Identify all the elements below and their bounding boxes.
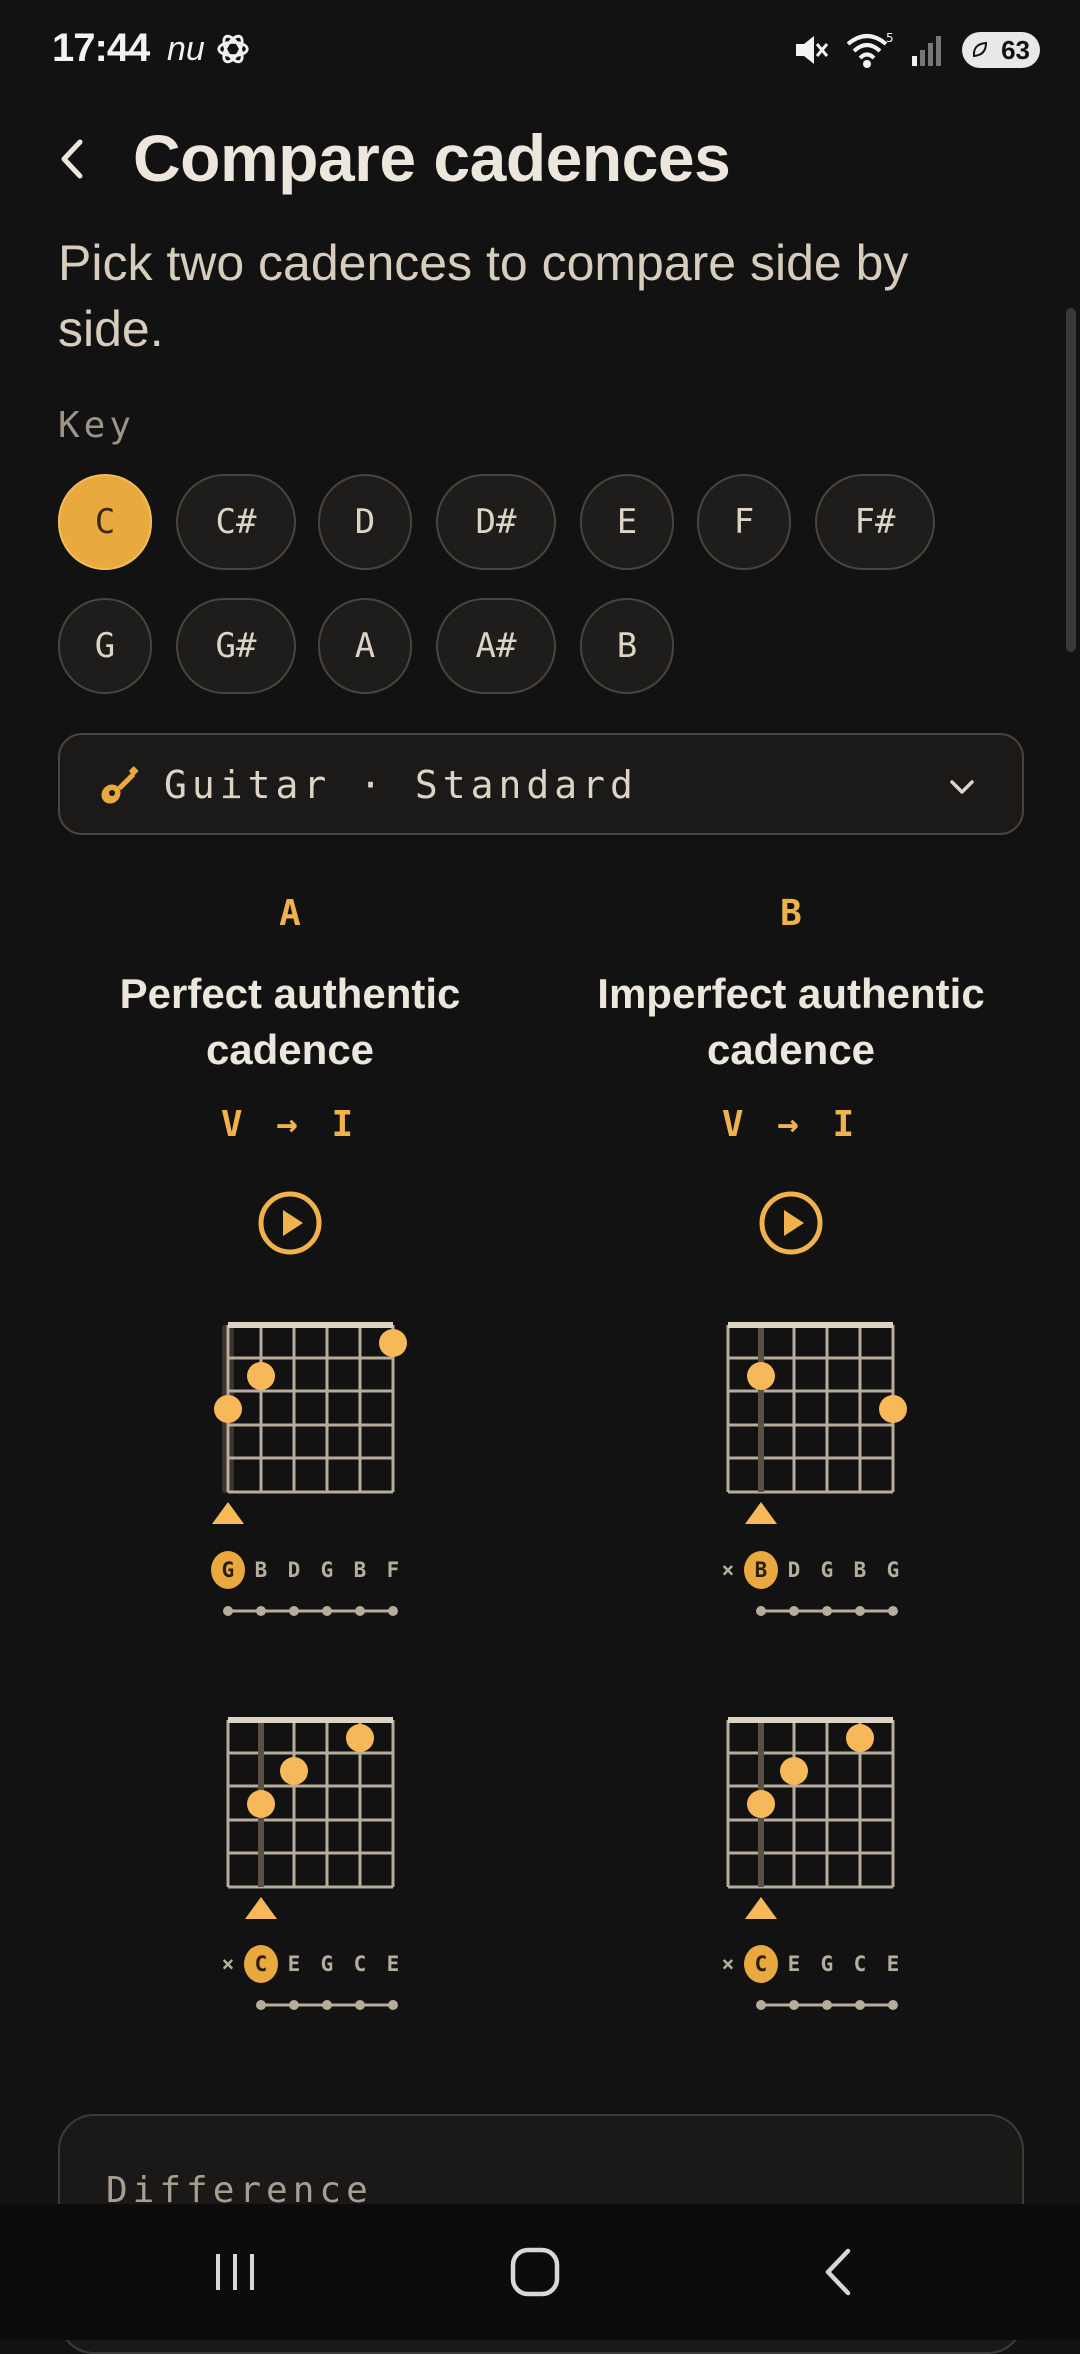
key-chip-a-sharp[interactable]: A# (436, 598, 556, 694)
key-chip-d[interactable]: D (318, 474, 412, 570)
wifi-icon: 5 (846, 31, 894, 68)
guitar-icon (101, 766, 139, 804)
key-chip-a[interactable]: A (318, 598, 412, 694)
key-chip-f[interactable]: F (697, 474, 791, 570)
page-title: Compare cadences (133, 121, 731, 195)
chord-b1-string-dots (756, 1606, 898, 1616)
chord-a2-string-dots (256, 2000, 398, 2010)
chevron-left-icon (61, 139, 83, 179)
key-chip-g[interactable]: G (58, 598, 152, 694)
scrollbar[interactable] (1066, 308, 1076, 652)
chord-b2-string-dots (756, 2000, 898, 2010)
chord-b2-strings: × C E G C E (713, 1945, 913, 1983)
key-chip-b[interactable]: B (580, 598, 674, 694)
carrier-label: nu (167, 30, 205, 68)
page-subtitle: Pick two cadences to compare side by sid… (58, 235, 909, 357)
chord-a1-string-dots (223, 1606, 398, 1616)
battery-saver-icon (972, 41, 988, 58)
chord-diagram-a1 (212, 1322, 407, 1524)
column-b-progression: V → I (721, 1104, 861, 1145)
column-a-letter: A (279, 893, 301, 934)
key-chip-d-sharp[interactable]: D# (436, 474, 556, 570)
status-icons: 5 63 (790, 28, 1040, 72)
signal-icon (912, 36, 941, 66)
chord-diagram-b2 (726, 1717, 895, 1919)
column-b-letter: B (780, 893, 802, 934)
key-chip-g-sharp[interactable]: G# (176, 598, 296, 694)
chevron-down-icon (950, 780, 974, 794)
chatgpt-app-icon (217, 34, 249, 64)
instrument-label: Guitar · Standard (164, 763, 638, 807)
play-a-button[interactable] (257, 1190, 323, 1256)
key-chip-e[interactable]: E (580, 474, 674, 570)
key-chip-c-sharp[interactable]: C# (176, 474, 296, 570)
back-icon (825, 2248, 851, 2296)
battery-indicator: 63 (962, 32, 1040, 68)
instrument-dropdown[interactable]: Guitar · Standard (58, 733, 1024, 835)
status-bar: 17:44 nu 5 63 (0, 0, 1080, 100)
system-nav-bar (0, 2204, 1080, 2340)
recent-apps-icon (216, 2254, 254, 2290)
key-chip-f-sharp[interactable]: F# (815, 474, 935, 570)
chord-a2-strings: × C E G C E (213, 1945, 413, 1983)
column-a-cadence-name: Perfect authentic cadence (119, 970, 461, 1073)
svg-text:5: 5 (886, 31, 894, 45)
home-icon (510, 2247, 560, 2297)
mute-icon (796, 36, 829, 64)
play-b-button[interactable] (758, 1190, 824, 1256)
column-a-progression: V → I (220, 1104, 360, 1145)
key-label: Key (58, 405, 136, 446)
battery-level: 63 (1001, 34, 1030, 65)
status-time: 17:44 (52, 26, 150, 70)
chord-a1-strings: G B D G B F (211, 1551, 413, 1589)
key-chip-c[interactable]: C (58, 474, 152, 570)
system-back-button[interactable] (764, 2204, 914, 2340)
recent-apps-button[interactable] (160, 2204, 310, 2340)
back-button[interactable] (44, 124, 100, 194)
chord-diagram-a2 (226, 1717, 395, 1919)
column-b-cadence-name: Imperfect authentic cadence (597, 970, 985, 1073)
chord-diagram-b1 (726, 1322, 907, 1524)
chord-b1-strings: × B D G B G (713, 1551, 913, 1589)
home-button[interactable] (460, 2204, 610, 2340)
